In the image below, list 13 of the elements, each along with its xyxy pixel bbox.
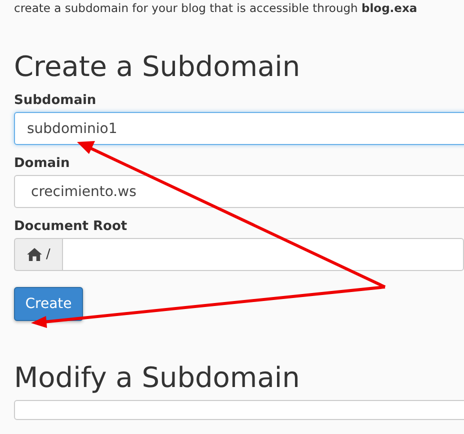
domain-dropdown[interactable]: crecimiento.ws <box>14 175 464 208</box>
intro-text: create a subdomain for your blog that is accessible through blog.exa <box>14 0 418 15</box>
section-heading: Modify a Subdomain <box>14 361 301 394</box>
subdomain-field[interactable]: subdominio1 <box>14 112 464 145</box>
path-prefix: / <box>14 238 62 271</box>
home-icon <box>27 248 42 261</box>
field-label: Document Root <box>14 219 128 234</box>
create-button[interactable]: Create <box>14 287 83 321</box>
document-root-field[interactable] <box>62 238 464 271</box>
field-label: Domain <box>14 156 71 171</box>
field-label: Subdomain <box>14 93 98 108</box>
section-heading: Create a Subdomain <box>14 50 302 83</box>
input-field[interactable] <box>14 400 464 420</box>
